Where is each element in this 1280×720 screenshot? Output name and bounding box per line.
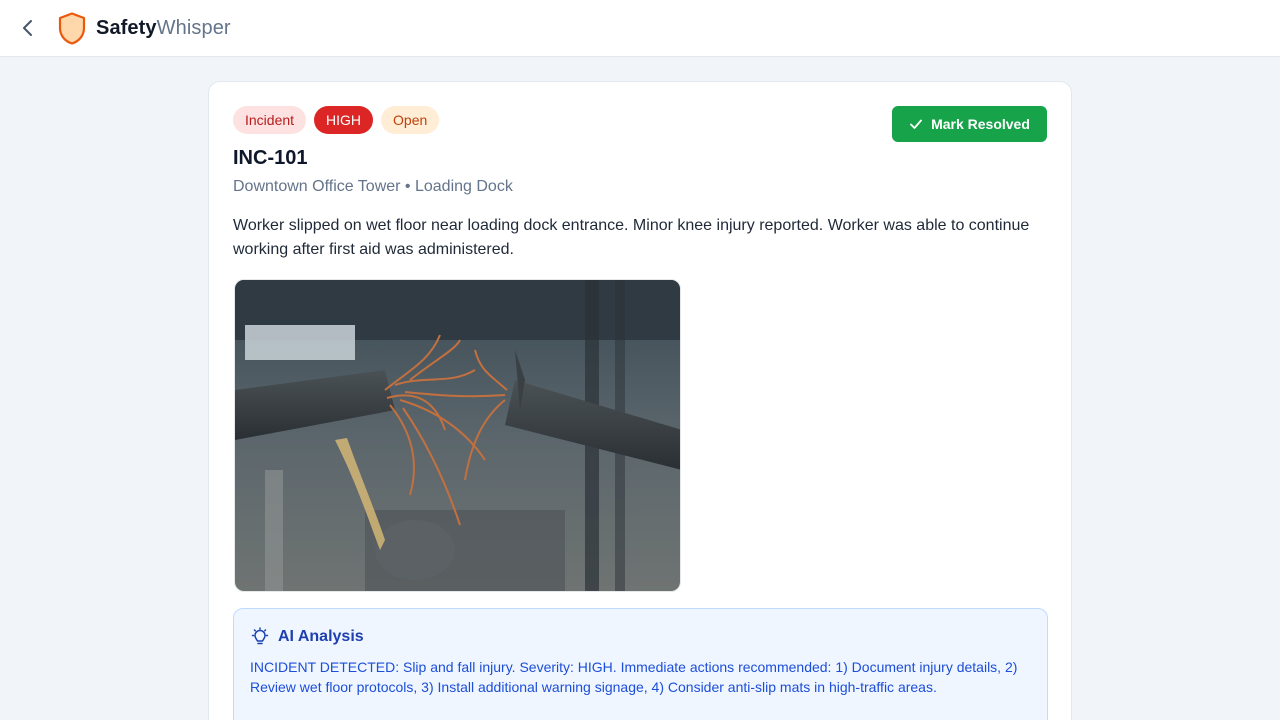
incident-id: INC-101 [233, 147, 308, 169]
app-title: SafetyWhisper [96, 16, 231, 40]
incident-description: Worker slipped on wet floor near loading… [233, 217, 1030, 258]
check-icon [910, 119, 922, 129]
lightbulb-icon [251, 627, 269, 645]
incident-photo[interactable] [234, 279, 681, 592]
ai-analysis-title: AI Analysis [278, 628, 364, 645]
brand-light: Whisper [156, 17, 231, 39]
mark-resolved-label: Mark Resolved [931, 116, 1030, 132]
ai-analysis-text: INCIDENT DETECTED: Slip and fall injury.… [250, 659, 1018, 695]
shield-icon [58, 12, 86, 45]
back-button[interactable] [16, 16, 40, 40]
type-badge: Incident [233, 106, 307, 134]
status-badge: Open [381, 106, 440, 134]
severity-badge: HIGH [314, 106, 374, 134]
frayed-cable-photo [235, 280, 680, 591]
incident-location: Downtown Office Tower • Loading Dock [233, 178, 513, 195]
chevron-left-icon [23, 20, 32, 36]
top-bar: SafetyWhisper [0, 0, 1280, 57]
ai-analysis-header: AI Analysis [250, 627, 364, 647]
badge-group: Incident HIGH Open [233, 106, 440, 134]
ai-analysis-panel: AI Analysis INCIDENT DETECTED: Slip and … [233, 608, 1048, 720]
brand-bold: Safety [96, 17, 157, 39]
mark-resolved-button[interactable]: Mark Resolved [892, 106, 1047, 142]
incident-card: Incident HIGH Open Mark Resolved INC-101… [208, 81, 1072, 720]
